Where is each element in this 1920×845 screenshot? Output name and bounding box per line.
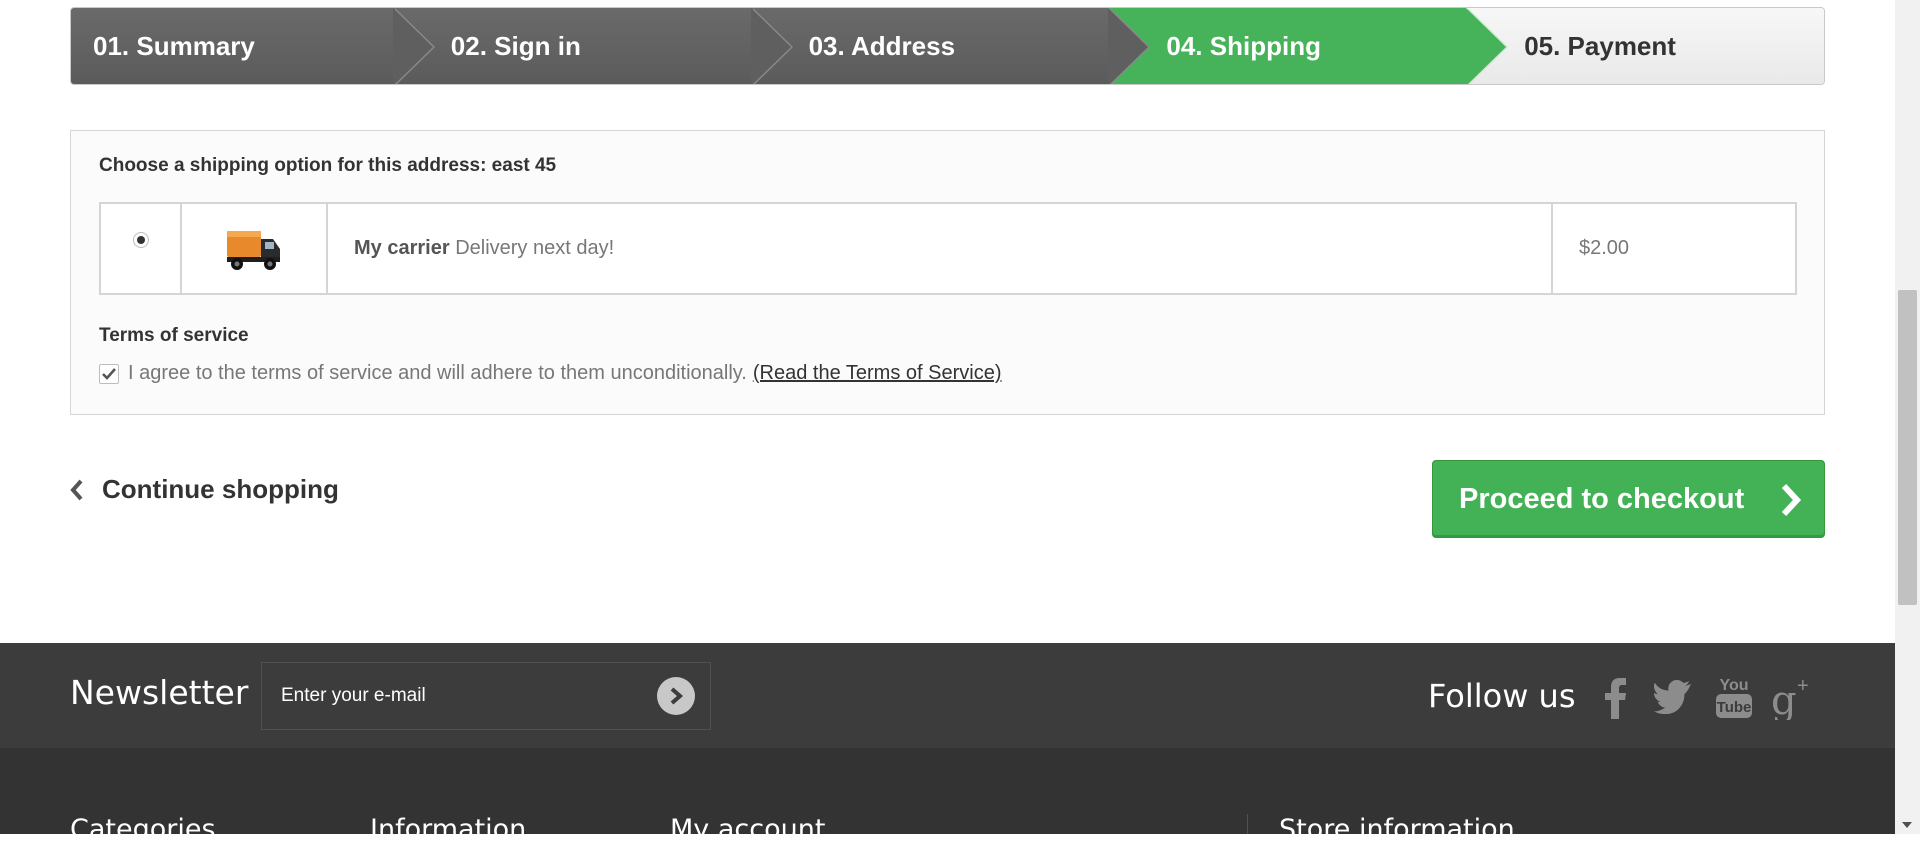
chevron-left-icon bbox=[70, 479, 83, 500]
newsletter-title: Newsletter bbox=[70, 673, 249, 712]
checkout-label: Proceed to checkout bbox=[1459, 482, 1745, 515]
carrier-option-row[interactable]: My carrier Delivery next day! $2.00 bbox=[99, 202, 1797, 295]
footer-heading-my-account: My account bbox=[670, 814, 826, 845]
step-address[interactable]: 03. Address bbox=[750, 8, 1151, 84]
tos-text: I agree to the terms of service and will… bbox=[128, 362, 747, 384]
step-label: 01. Summary bbox=[93, 30, 255, 61]
svg-text:Tube: Tube bbox=[1717, 699, 1752, 716]
newsletter-bar: Newsletter Enter your e-mail Follow us Y… bbox=[0, 643, 1895, 748]
checkout-steps: 01. Summary 02. Sign in 03. Address 04. … bbox=[70, 7, 1825, 85]
carrier-delay: Delivery next day! bbox=[455, 237, 615, 259]
follow-us-title: Follow us bbox=[1428, 677, 1576, 715]
scroll-down-arrow[interactable] bbox=[1902, 822, 1912, 828]
step-payment: 05. Payment bbox=[1466, 8, 1824, 84]
carrier-logo-cell bbox=[182, 204, 328, 293]
carrier-radio[interactable] bbox=[132, 232, 149, 248]
vertical-scrollbar[interactable] bbox=[1895, 0, 1920, 834]
twitter-icon[interactable] bbox=[1650, 673, 1698, 721]
footer-divider bbox=[1247, 814, 1248, 834]
shipping-options-panel: Choose a shipping option for this addres… bbox=[70, 130, 1825, 415]
newsletter-email-input[interactable]: Enter your e-mail bbox=[261, 662, 711, 730]
svg-text:+: + bbox=[1797, 675, 1809, 697]
chevron-right-icon bbox=[670, 687, 684, 705]
step-shipping: 04. Shipping bbox=[1108, 8, 1509, 84]
footer-main: Categories Information My account Store … bbox=[0, 748, 1895, 845]
tos-row: I agree to the terms of service and will… bbox=[99, 362, 1001, 385]
step-label: 02. Sign in bbox=[450, 30, 581, 61]
carrier-price: $2.00 bbox=[1579, 237, 1630, 259]
svg-text:g: g bbox=[1771, 678, 1797, 720]
delivery-truck-icon bbox=[227, 230, 280, 270]
youtube-icon[interactable]: You Tube bbox=[1710, 673, 1758, 721]
carrier-name: My carrier bbox=[354, 237, 450, 259]
step-label: 04. Shipping bbox=[1166, 30, 1321, 61]
svg-text:You: You bbox=[1719, 677, 1748, 694]
step-label: 03. Address bbox=[808, 30, 956, 61]
tos-title: Terms of service bbox=[99, 325, 249, 346]
google-plus-icon[interactable]: g + bbox=[1769, 673, 1817, 721]
footer-heading-information: Information bbox=[370, 814, 527, 845]
step-summary[interactable]: 01. Summary bbox=[71, 8, 435, 84]
step-sign-in[interactable]: 02. Sign in bbox=[392, 8, 793, 84]
chevron-right-icon bbox=[1781, 483, 1802, 517]
footer-heading-store-information: Store information bbox=[1279, 814, 1515, 845]
continue-shopping-label: Continue shopping bbox=[102, 474, 339, 504]
carrier-description: My carrier Delivery next day! bbox=[328, 204, 1553, 293]
tos-checkbox[interactable] bbox=[99, 363, 119, 384]
continue-shopping-link[interactable]: Continue shopping bbox=[70, 474, 339, 505]
proceed-to-checkout-button[interactable]: Proceed to checkout bbox=[1432, 460, 1825, 538]
facebook-icon[interactable] bbox=[1591, 673, 1639, 721]
carrier-radio-cell[interactable] bbox=[101, 204, 182, 293]
check-icon bbox=[102, 367, 116, 380]
footer-heading-categories: Categories bbox=[70, 814, 216, 845]
shipping-title: Choose a shipping option for this addres… bbox=[99, 155, 557, 176]
scrollbar-thumb[interactable] bbox=[1898, 290, 1917, 605]
tos-link[interactable]: (Read the Terms of Service) bbox=[753, 362, 1002, 385]
step-label: 05. Payment bbox=[1524, 30, 1676, 61]
newsletter-submit-button[interactable] bbox=[657, 677, 695, 715]
